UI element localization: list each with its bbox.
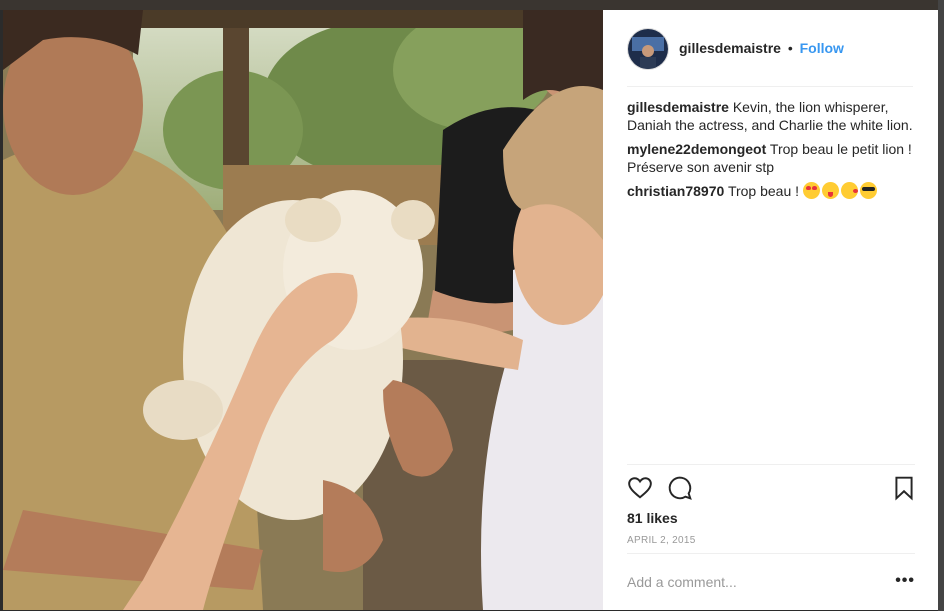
comments-list: gillesdemaistre Kevin, the lion whispere… [627,98,917,206]
comment-author-link[interactable]: mylene22demongeot [627,141,766,157]
post-photo[interactable] [3,10,603,610]
post-side-panel: gillesdemaistre • Follow gillesdemaistre… [603,10,938,610]
speech-bubble-icon[interactable] [667,475,693,501]
username-link[interactable]: gillesdemaistre [679,40,781,56]
more-options-icon[interactable]: ••• [895,572,915,590]
comment-item: mylene22demongeot Trop beau le petit lio… [627,140,917,176]
caption-author-link[interactable]: gillesdemaistre [627,99,729,115]
add-comment-bar: ••• [627,553,915,610]
likes-count[interactable]: 81 likes [627,510,678,526]
comment-author-link[interactable]: christian78970 [627,183,724,199]
comment-input[interactable] [627,574,867,590]
backdrop-edge [938,0,944,611]
header-text: gillesdemaistre • Follow [679,40,844,56]
tongue-wink-emoji-icon [821,182,839,199]
separator-dot: • [787,40,793,56]
heart-eyes-emoji-icon [802,182,820,199]
caption: gillesdemaistre Kevin, the lion whispere… [627,98,917,134]
post-header: gillesdemaistre • Follow [627,28,913,87]
bookmark-icon[interactable] [891,475,917,501]
avatar[interactable] [627,28,669,70]
avatar-image [628,29,668,69]
sunglasses-emoji-icon [859,182,877,199]
action-bar [627,464,915,515]
comment-item: christian78970 Trop beau ! [627,182,917,200]
kiss-emoji-icon [840,182,858,199]
photo-illustration [3,10,603,610]
heart-icon[interactable] [627,475,653,501]
follow-button[interactable]: Follow [800,40,844,56]
comment-text: Trop beau ! [727,183,800,199]
post-date[interactable]: APRIL 2, 2015 [627,535,696,546]
backdrop [0,0,944,10]
post-modal: gillesdemaistre • Follow gillesdemaistre… [3,10,938,610]
